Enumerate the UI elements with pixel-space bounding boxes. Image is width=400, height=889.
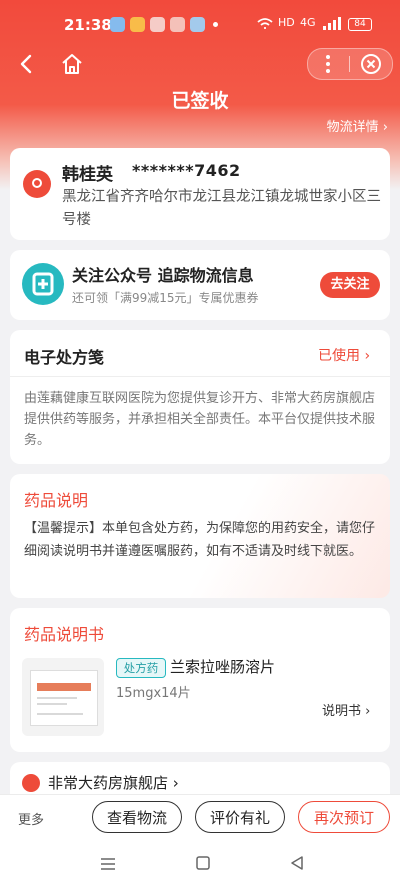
status-bar: 21:38 HD 4G 84 [0,12,400,38]
notification-icon [150,17,165,32]
prescription-status-link[interactable]: 已使用 › [318,345,370,365]
reorder-button[interactable]: 再次预订 [298,801,390,833]
store-name-link[interactable]: 非常大药房旗舰店 › [48,772,179,793]
status-time: 21:38 [64,16,112,34]
hd-icon: HD [278,16,295,29]
drug-note-card: 药品说明 【温馨提示】本单包含处方药，为保障您的用药安全，请您仔细阅读说明书并谨… [10,474,390,598]
drug-note-title: 药品说明 [24,491,89,510]
store-icon [22,774,40,792]
back-nav-icon[interactable] [290,856,304,870]
prescription-status: 已使用 [318,348,360,364]
divider [10,376,390,377]
prescription-description: 由莲藕健康互联网医院为您提供复诊开方、非常大药房旗舰店提供供药等服务，并承担相关… [24,391,376,448]
drug-name: 兰索拉唑肠溶片 [170,658,276,676]
notification-icon [130,17,145,32]
chevron-right-icon: › [382,120,388,135]
capsule-divider [349,56,350,72]
drug-box-line [37,713,83,715]
page-title: 已签收 [171,90,229,112]
close-icon[interactable] [358,51,384,77]
recipient-phone: *******7462 [132,161,241,180]
home-icon[interactable] [58,50,86,78]
follow-account-card: 关注公众号 追踪物流信息 还可领「满99减15元」专属优惠券 去关注 [10,250,390,320]
notification-icon [190,17,205,32]
drug-box-picture [30,670,98,726]
chevron-right-icon: › [365,704,371,719]
nav-bar [0,48,400,80]
store-name: 非常大药房旗舰店 [48,774,169,792]
wifi-icon [257,18,273,29]
recipient-name: 韩桂英 [62,165,113,185]
drug-manual-title: 药品说明书 [24,625,105,644]
back-icon[interactable] [14,50,42,78]
prescription-card: 电子处方笺 已使用 › 由莲藕健康互联网医院为您提供复诊开方、非常大药房旗舰店提… [10,330,390,464]
network-icon: 4G [300,16,316,29]
drug-image[interactable] [22,658,104,736]
drug-box-band [37,683,91,691]
follow-title: 关注公众号 追踪物流信息 [72,266,254,285]
follow-button[interactable]: 去关注 [320,272,380,298]
prescription-title: 电子处方笺 [24,348,105,367]
prescription-drug-tag: 处方药 [116,658,166,678]
more-options-icon[interactable] [318,49,338,79]
drug-box-line [37,703,67,705]
logistics-detail-link[interactable]: 物流详情 › [327,116,388,135]
manual-link[interactable]: 说明书 › [322,700,370,719]
location-pin-icon [23,170,51,198]
notification-icon [110,17,125,32]
manual-link-label: 说明书 [322,704,362,719]
chevron-right-icon: › [364,348,371,364]
address-card[interactable]: 韩桂英 *******7462 黑龙江省齐齐哈尔市龙江县龙江镇龙城世家小区三号楼 [10,148,390,240]
battery-icon: 84 [348,18,372,31]
drug-spec: 15mgx14片 [116,686,191,701]
follow-subtitle: 还可领「满99减15元」专属优惠券 [72,291,259,305]
review-button[interactable]: 评价有礼 [195,801,285,833]
mini-program-capsule [307,48,393,80]
drug-box-line [37,697,77,699]
drug-manual-card: 药品说明书 处方药 兰索拉唑肠溶片 15mgx14片 说明书 › [10,608,390,752]
menu-icon[interactable] [100,857,116,871]
view-logistics-button[interactable]: 查看物流 [92,801,182,833]
notification-icon [170,17,185,32]
signal-icon [323,17,341,30]
home-nav-icon[interactable] [196,856,210,870]
bottom-action-bar: 更多 查看物流 评价有礼 再次预订 [0,794,400,843]
notification-dot-icon [213,22,218,27]
system-nav-bar [0,842,400,889]
pharmacy-logo-icon [22,263,64,305]
logistics-detail-label: 物流详情 [326,120,379,135]
recipient-address: 黑龙江省齐齐哈尔市龙江县龙江镇龙城世家小区三号楼 [62,189,381,228]
more-button[interactable]: 更多 [18,809,44,828]
chevron-right-icon: › [172,774,179,792]
drug-note-body: 【温馨提示】本单包含处方药，为保障您的用药安全，请您仔细阅读说明书并谨遵医嘱服药… [24,521,376,559]
